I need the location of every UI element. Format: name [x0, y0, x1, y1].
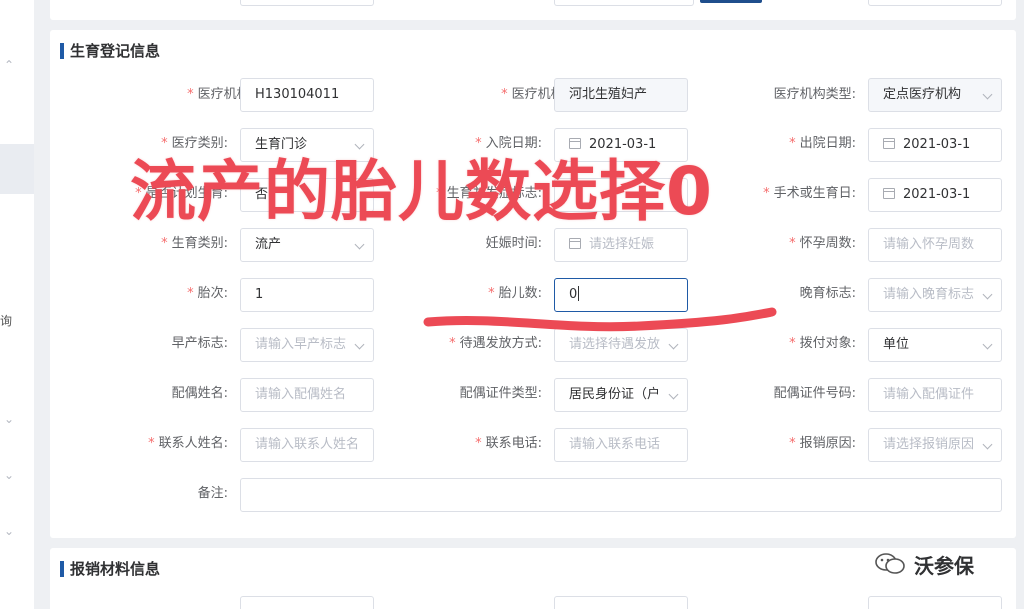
chevron-down-icon	[982, 89, 993, 100]
contact-name-label: * 联系人姓名:	[148, 436, 228, 451]
spouse-name-input[interactable]: 请输入配偶姓名	[240, 378, 374, 412]
org-type-select[interactable]: 定点医疗机构	[868, 78, 1002, 112]
premature-label: 早产标志:	[171, 336, 228, 351]
fetus-count-value: 0	[569, 287, 578, 302]
org-code-input[interactable]: H130104011	[240, 78, 374, 112]
previous-button[interactable]	[700, 0, 762, 3]
materials-input[interactable]	[868, 596, 1002, 609]
chat-bubble-icon	[875, 553, 905, 574]
pregnancy-weeks-input[interactable]: 请输入怀孕周数	[868, 228, 1002, 262]
previous-input[interactable]	[240, 0, 374, 6]
chevron-down-icon	[982, 339, 993, 350]
spouse-id-no-input[interactable]: 请输入配偶证件	[868, 378, 1002, 412]
birth-date-picker[interactable]: 2021-03-1	[868, 178, 1002, 212]
payment-method-placeholder: 请选择待遇发放	[569, 337, 661, 352]
spouse-id-type-label: 配偶证件类型:	[459, 386, 542, 401]
pay-target-label: * 拨付对象:	[789, 336, 856, 351]
late-birth-label: 晚育标志:	[799, 286, 856, 301]
birth-registration-card: 生育登记信息 * 医疗机构编码: H130104011 * 医疗机构名称: 河北生殖…	[50, 30, 1016, 538]
chevron-down-icon[interactable]: ⌄	[4, 525, 14, 537]
watermark-text: 沃参保	[914, 554, 974, 578]
chevron-up-icon[interactable]: ⌃	[4, 59, 14, 71]
section-title: 报销材料信息	[60, 560, 160, 578]
previous-input[interactable]	[868, 0, 1002, 6]
spouse-name-label: 配偶姓名:	[171, 386, 228, 401]
birth-date-label: * 手术或生育日:	[763, 186, 856, 201]
annotation-text: 流产的胎儿数选择0	[130, 153, 713, 230]
contact-name-input[interactable]: 请输入联系人姓名	[240, 428, 374, 462]
pregnancy-weeks-label: * 怀孕周数:	[789, 236, 856, 251]
discharge-date-picker[interactable]: 2021-03-1	[868, 128, 1002, 162]
org-name-input[interactable]: 河北生殖妇产	[554, 78, 688, 112]
reimburse-reason-label: * 报销原因:	[789, 436, 856, 451]
spouse-id-type-select[interactable]: 居民身份证（户	[554, 378, 688, 412]
late-birth-select[interactable]: 请输入晚育标志	[868, 278, 1002, 312]
chevron-down-icon	[982, 289, 993, 300]
chevron-down-icon	[668, 389, 679, 400]
discharge-date-label: * 出院日期:	[789, 136, 856, 151]
materials-input[interactable]	[554, 596, 688, 609]
calendar-icon	[883, 138, 895, 149]
birth-date-value: 2021-03-1	[903, 187, 971, 202]
org-type-label: 医疗机构类型:	[773, 87, 856, 102]
previous-input[interactable]	[554, 0, 694, 6]
contact-phone-label: * 联系电话:	[475, 436, 542, 451]
chevron-down-icon[interactable]: ⌄	[4, 469, 14, 481]
watermark: 沃参保	[874, 550, 974, 579]
parity-input[interactable]: 1	[240, 278, 374, 312]
pay-target-value: 单位	[883, 337, 910, 352]
sidebar-active-item[interactable]	[0, 144, 34, 194]
text-caret	[578, 286, 580, 301]
remarks-label: 备注:	[197, 486, 228, 501]
calendar-icon	[883, 188, 895, 199]
sidebar: ⌃ 询 ⌄ ⌄ ⌄	[0, 0, 34, 609]
parity-label: * 胎次:	[187, 286, 228, 301]
premature-placeholder: 请输入早产标志	[255, 337, 347, 352]
spouse-id-type-value: 居民身份证（户	[569, 387, 661, 402]
reimburse-reason-select[interactable]: 请选择报销原因	[868, 428, 1002, 462]
remarks-input[interactable]	[240, 478, 1002, 512]
fetus-count-label: * 胎儿数:	[488, 286, 542, 301]
late-birth-placeholder: 请输入晚育标志	[883, 287, 975, 302]
chevron-down-icon	[982, 439, 993, 450]
chevron-down-icon	[354, 339, 365, 350]
payment-method-select[interactable]: 请选择待遇发放	[554, 328, 688, 362]
reimbursement-materials-card: 报销材料信息	[50, 548, 1016, 609]
fetus-count-input[interactable]: 0	[554, 278, 688, 312]
reimburse-reason-placeholder: 请选择报销原因	[883, 437, 975, 452]
premature-select[interactable]: 请输入早产标志	[240, 328, 374, 362]
chevron-down-icon	[668, 339, 679, 350]
discharge-date-value: 2021-03-1	[903, 137, 971, 152]
payment-method-label: * 待遇发放方式:	[449, 336, 542, 351]
section-title: 生育登记信息	[60, 42, 160, 60]
contact-phone-input[interactable]: 请输入联系电话	[554, 428, 688, 462]
spouse-id-no-label: 配偶证件号码:	[773, 386, 856, 401]
materials-input[interactable]	[240, 596, 374, 609]
pay-target-select[interactable]: 单位	[868, 328, 1002, 362]
chevron-down-icon[interactable]: ⌄	[4, 413, 14, 425]
sidebar-item-label[interactable]: 询	[0, 312, 12, 329]
org-type-value: 定点医疗机构	[883, 87, 962, 102]
previous-section-card	[50, 0, 1016, 20]
